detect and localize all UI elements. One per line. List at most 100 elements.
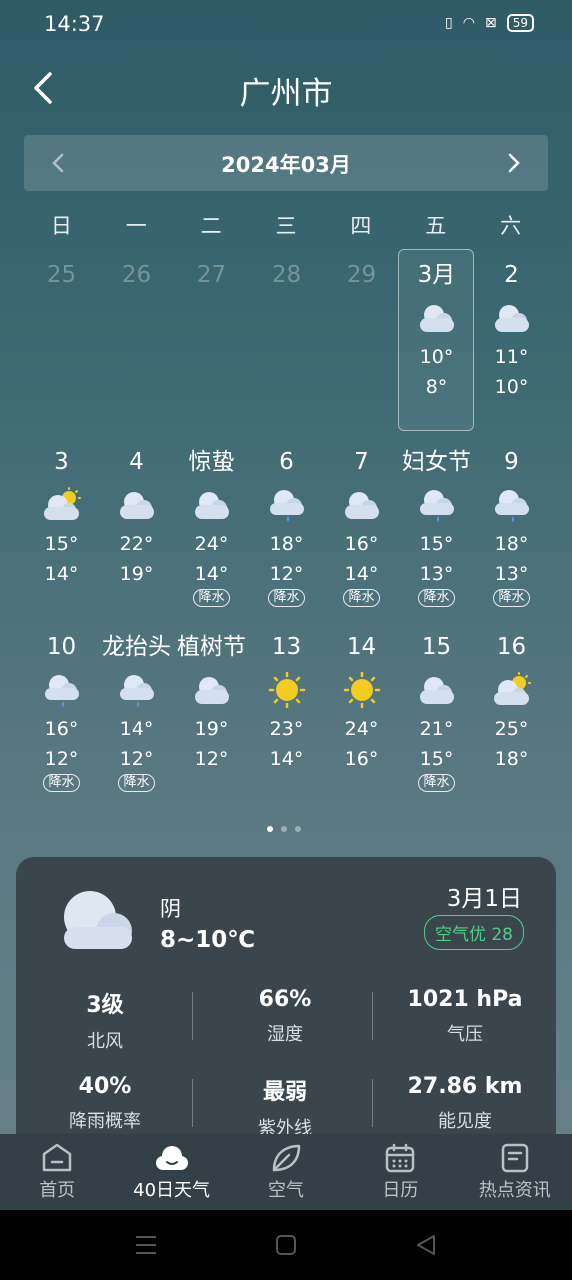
tab-air[interactable]: 空气 [229,1134,343,1210]
calendar-day-cell[interactable]: 26 [99,260,174,290]
low-temp: 12° [194,748,229,770]
day-label: 3月 [417,262,456,288]
weekday-label: 日 [50,214,72,238]
aqi-badge[interactable]: 空气优 28 [423,915,524,950]
month-label: 2024年03月 [221,153,351,177]
sunny-icon [268,672,305,708]
leaf-icon [272,1144,301,1172]
screen: 14:37 ▯ ◠ ⊠ 59 广州市 2024年03月 日 一 二 三 四 五 … [0,0,572,1280]
stat-humidity: 66% 湿度 [200,987,370,1046]
detail-condition: 阴 [160,897,181,921]
low-temp: 8° [425,376,448,398]
divider [372,992,373,1040]
sunny-icon [343,672,380,708]
calendar-day-cell[interactable]: 14 24° 16° [324,632,399,770]
high-temp: 11° [494,346,529,368]
calendar-icon [386,1143,415,1173]
calendar-day-cell[interactable]: 15 21° 15° 降水 [399,632,474,792]
day-label: 7 [354,449,369,475]
precipitation-badge: 降水 [193,589,230,607]
stat-label: 降雨概率 [69,1111,141,1132]
day-label: 25 [46,262,77,288]
rain-icon [419,490,454,522]
calendar-day-cell[interactable]: 植树节 19° 12° [174,632,249,770]
day-label: 10 [46,634,77,660]
tab-label: 40日天气 [133,1180,211,1201]
calendar-day-cell[interactable]: 2 11° 10° [474,260,549,398]
vibrate-icon: ▯ [445,15,453,31]
cloud-icon [155,1146,188,1170]
calendar-day-cell[interactable]: 龙抬头 14° 12° 降水 [99,632,174,792]
status-time: 14:37 [44,12,105,36]
day-label: 15 [421,634,452,660]
divider [192,1079,193,1127]
rain-icon [494,490,529,522]
low-temp: 18° [494,748,529,770]
day-detail-card: 阴 8~10℃ 3月1日 空气优 28 3级 北风 66% 湿度 1021 hP… [16,857,556,1157]
cloudy-icon [194,677,229,704]
home-icon [42,1143,72,1172]
low-temp: 12° [44,748,79,770]
high-temp: 14° [119,718,154,740]
day-label: 妇女节 [402,449,471,475]
page-dot [281,826,287,832]
tab-calendar[interactable]: 日历 [343,1134,457,1210]
calendar-day-cell[interactable]: 7 16° 14° 降水 [324,447,399,607]
tab-home[interactable]: 首页 [0,1134,114,1210]
divider [192,992,193,1040]
sim-off-icon: ⊠ [484,15,497,31]
precipitation-badge: 降水 [43,774,80,792]
low-temp: 14° [269,748,304,770]
day-label: 植树节 [177,634,246,660]
calendar-day-cell[interactable]: 6 18° 12° 降水 [249,447,324,607]
day-label: 13 [271,634,302,660]
calendar-day-cell[interactable]: 13 23° 14° [249,632,324,770]
stat-wind: 3级 北风 [20,987,190,1053]
calendar-day-cell[interactable]: 28 [249,260,324,290]
calendar-day-cell[interactable]: 10 16° 12° 降水 [24,632,99,792]
bottom-tab-bar: 首页 40日天气 空气 日历 热点资讯 [0,1134,572,1210]
calendar-day-cell[interactable]: 3 15° 14° [24,447,99,585]
day-label: 惊蛰 [188,449,235,475]
tab-40day-weather[interactable]: 40日天气 [114,1134,228,1210]
calendar-day-cell[interactable]: 27 [174,260,249,290]
stat-rain-probability: 40% 降雨概率 [20,1074,190,1133]
precipitation-badge: 降水 [418,774,455,792]
calendar-day-cell[interactable]: 3月 10° 8° [399,260,474,398]
high-temp: 18° [269,533,304,555]
calendar-day-cell[interactable]: 16 25° 18° [474,632,549,770]
weekday-label: 五 [425,214,447,238]
high-temp: 25° [494,718,529,740]
calendar-day-cell[interactable]: 惊蛰 24° 14° 降水 [174,447,249,607]
home-button-icon[interactable] [275,1234,297,1256]
day-label: 16 [496,634,527,660]
menu-icon[interactable] [134,1234,158,1256]
precipitation-badge: 降水 [343,589,380,607]
weekday-label: 三 [275,214,297,238]
header: 广州市 [0,60,572,120]
calendar-day-cell[interactable]: 妇女节 15° 13° 降水 [399,447,474,607]
stat-value: 66% [258,987,312,1012]
calendar-day-cell[interactable]: 25 [24,260,99,290]
back-button-icon[interactable] [414,1234,438,1256]
calendar-day-cell[interactable]: 9 18° 13° 降水 [474,447,549,607]
system-nav-bar [0,1210,572,1280]
high-temp: 15° [44,533,79,555]
rain-icon [44,675,79,707]
cloudy-icon [419,305,454,332]
calendar-day-cell[interactable]: 4 22° 19° [99,447,174,585]
high-temp: 19° [194,718,229,740]
low-temp: 13° [419,563,454,585]
high-temp: 24° [194,533,229,555]
day-label: 2 [504,262,519,288]
day-label: 27 [196,262,227,288]
tab-hot-news[interactable]: 热点资讯 [458,1134,572,1210]
page-title: 广州市 [239,76,333,112]
calendar-day-cell[interactable]: 29 [324,260,399,290]
day-label: 14 [346,634,377,660]
high-temp: 21° [419,718,454,740]
cloudy-icon [64,891,132,949]
day-label: 26 [121,262,152,288]
stat-value: 1021 hPa [407,987,523,1012]
next-month-icon[interactable] [500,149,528,177]
